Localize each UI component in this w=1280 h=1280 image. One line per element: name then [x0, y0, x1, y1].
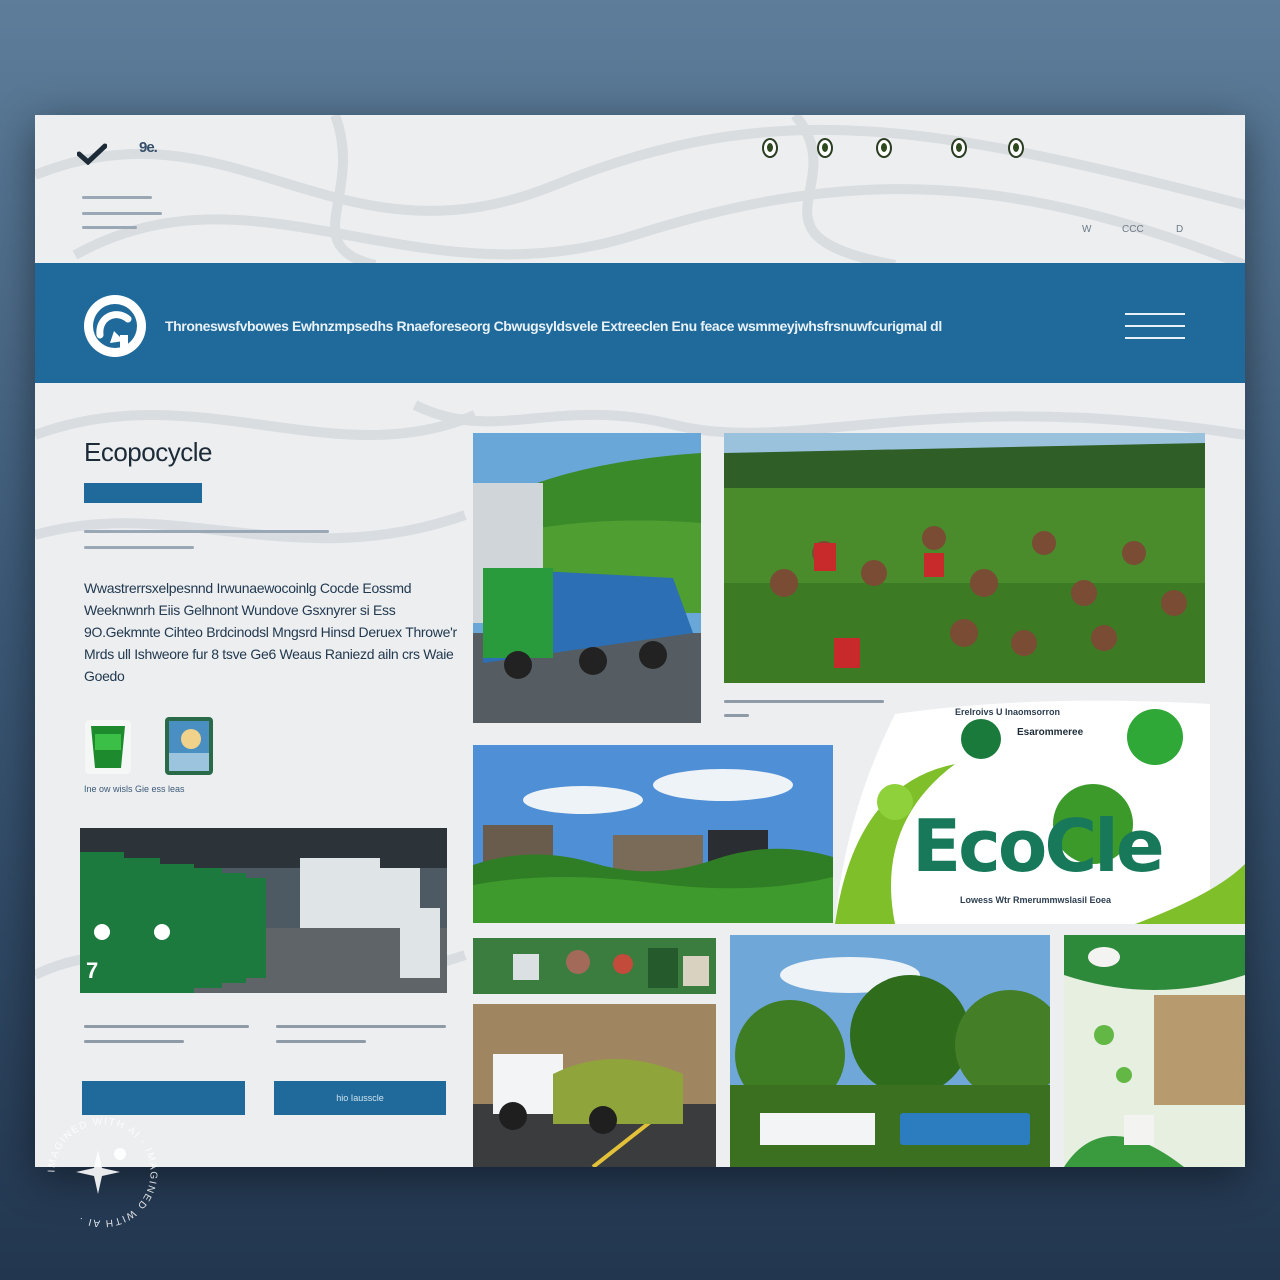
- eco-infographic-photo[interactable]: [1064, 935, 1245, 1167]
- social-dot-icon[interactable]: [951, 138, 967, 158]
- social-dot-icon[interactable]: [1008, 138, 1024, 158]
- solar-panel-thumbnail[interactable]: [165, 717, 213, 775]
- subtitle-line: [82, 226, 137, 229]
- header-tagline: Throneswsfvbowes Ewhnzmpsedhs Rnaeforese…: [165, 318, 942, 334]
- check-icon[interactable]: [77, 143, 107, 165]
- social-dot-icon[interactable]: [817, 138, 833, 158]
- social-dot-icon[interactable]: [876, 138, 892, 158]
- page-title: Ecopocycle: [84, 437, 212, 467]
- intro-paragraph: Wwastrerrsxelpesnnd Irwunaewocoinlg Cocd…: [84, 580, 457, 684]
- caption-line: [724, 714, 749, 717]
- cta-button-right[interactable]: hio Iausscle: [274, 1081, 446, 1115]
- badge-heading: Erelroivs U Inaomsorron: [955, 707, 1061, 717]
- waste-bins-photo[interactable]: [473, 938, 716, 994]
- volunteers-field-photo[interactable]: [724, 433, 1205, 683]
- ai-watermark-seal: IMAGINED WITH AI · IMAGINED WITH AI ·: [46, 1116, 157, 1228]
- hero-button[interactable]: [84, 483, 202, 503]
- thumbnail-caption: Ine ow wisls Gie ess leas: [84, 784, 185, 794]
- social-dot-icon[interactable]: [762, 138, 778, 158]
- subtitle-line: [82, 212, 162, 215]
- trees-photo[interactable]: [730, 935, 1050, 1167]
- warehouse-photo[interactable]: 7: [80, 828, 447, 993]
- badge-heading-secondary: Esarommeree: [1017, 727, 1084, 738]
- brand-short-name[interactable]: 9e.: [139, 139, 158, 156]
- forest-buildings-photo[interactable]: [473, 745, 833, 923]
- top-link[interactable]: CCC: [1122, 224, 1144, 235]
- subtitle-line: [82, 196, 152, 199]
- recycle-bin-thumbnail[interactable]: [85, 720, 131, 774]
- subtitle-line: [84, 546, 194, 549]
- caption-line: [84, 1025, 249, 1028]
- svg-text:7: 7: [86, 958, 98, 983]
- caption-line: [276, 1040, 366, 1043]
- top-link[interactable]: D: [1176, 224, 1183, 235]
- badge-subtitle: Lowess Wtr Rmerummwslasil Eoea: [960, 895, 1112, 905]
- top-link[interactable]: W: [1082, 224, 1091, 235]
- caption-line: [84, 1040, 184, 1043]
- garbage-truck-photo[interactable]: [473, 433, 701, 723]
- hamburger-menu-icon[interactable]: [1125, 313, 1185, 343]
- recycle-logo-icon[interactable]: [80, 291, 150, 361]
- utility-vehicle-photo[interactable]: [473, 1004, 716, 1167]
- caption-line: [276, 1025, 446, 1028]
- ecocycle-wordmark: EcoCle: [912, 804, 1165, 888]
- subtitle-line: [84, 530, 329, 533]
